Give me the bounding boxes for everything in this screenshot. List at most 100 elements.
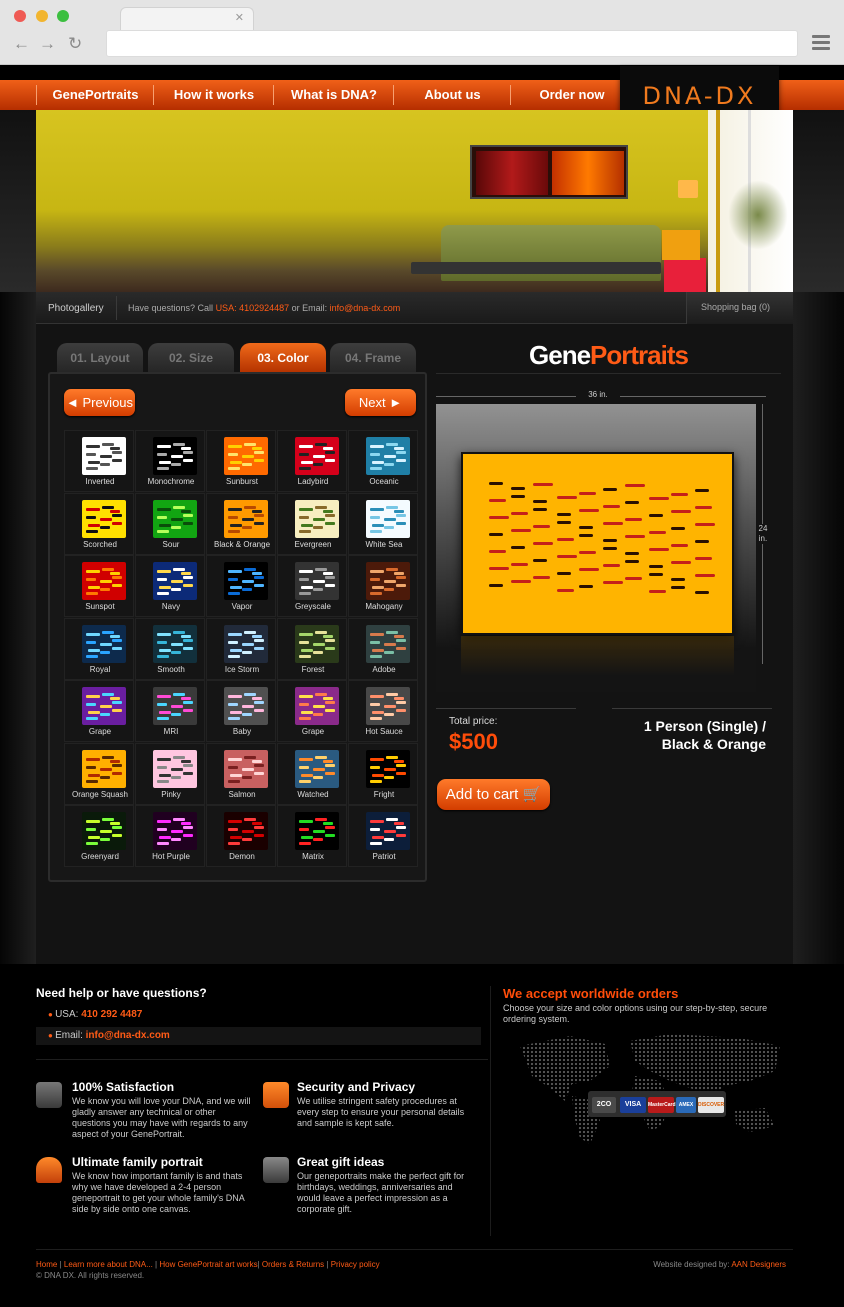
footer-link-how-it-works[interactable]: How GenePortrait art works xyxy=(159,1260,257,1269)
tab-frame[interactable]: 04. Frame xyxy=(330,343,416,372)
color-option[interactable]: Monochrome xyxy=(135,430,205,492)
nav-item-about-us[interactable]: About us xyxy=(395,80,510,110)
info-email-link[interactable]: info@dna-dx.com xyxy=(330,303,401,313)
tab-size[interactable]: 02. Size xyxy=(148,343,234,372)
minimize-window-icon[interactable] xyxy=(36,10,48,22)
swatch-band xyxy=(159,523,171,527)
footer-link-orders-returns[interactable]: Orders & Returns xyxy=(262,1260,324,1269)
swatch-band xyxy=(315,755,327,759)
footer-link-learn-dna[interactable]: Learn more about DNA... xyxy=(64,1260,153,1269)
dna-band xyxy=(695,574,715,577)
forward-icon[interactable]: → xyxy=(39,34,56,54)
address-bar[interactable] xyxy=(106,30,798,57)
back-icon[interactable]: ← xyxy=(13,34,30,54)
browser-tab[interactable]: ✕ xyxy=(120,7,254,31)
nav-item-what-is-dna[interactable]: What is DNA? xyxy=(275,80,393,110)
color-option[interactable]: Grape xyxy=(277,680,347,742)
footer-email-link[interactable]: info@dna-dx.com xyxy=(86,1030,170,1041)
color-option[interactable]: Adobe xyxy=(348,617,418,680)
color-option[interactable]: MRI xyxy=(135,680,205,742)
color-option[interactable]: Orange Squash xyxy=(64,742,134,805)
color-label: Pinky xyxy=(161,789,181,799)
hero-living-room-image xyxy=(36,110,793,292)
color-option[interactable]: Matrix xyxy=(277,805,347,867)
color-option[interactable]: Patriot xyxy=(348,805,418,867)
color-option[interactable]: Sunburst xyxy=(206,430,276,492)
dna-band xyxy=(625,501,639,504)
color-option[interactable]: Watched xyxy=(277,742,347,805)
swatch-band xyxy=(181,447,191,450)
swatch-band xyxy=(228,765,238,769)
color-option[interactable]: Demon xyxy=(206,805,276,867)
color-option[interactable]: Ice Storm xyxy=(206,617,276,680)
color-option[interactable]: Inverted xyxy=(64,430,134,492)
color-option[interactable]: Vapor xyxy=(206,555,276,617)
footer-link-home[interactable]: Home xyxy=(36,1260,57,1269)
reload-icon[interactable]: ↻ xyxy=(68,34,82,54)
color-option[interactable]: Salmon xyxy=(206,742,276,805)
nav-item-geneportraits[interactable]: GenePortraits xyxy=(38,80,153,110)
shopping-bag-box[interactable]: Shopping bag (0) xyxy=(686,292,793,324)
color-option[interactable]: Oceanic xyxy=(348,430,418,492)
swatch-band xyxy=(313,525,323,529)
color-option[interactable]: Pinky xyxy=(135,742,205,805)
color-option[interactable]: Greenyard xyxy=(64,805,134,867)
swatch-band xyxy=(86,654,98,658)
swatch-band xyxy=(173,443,185,446)
swatch-band xyxy=(252,447,262,450)
color-option[interactable]: Sour xyxy=(135,492,205,555)
color-label: Sour xyxy=(162,539,180,549)
color-option[interactable]: Navy xyxy=(135,555,205,617)
swatch-band xyxy=(370,507,384,511)
swatch-band xyxy=(157,632,171,636)
color-option[interactable]: Sunspot xyxy=(64,555,134,617)
swatch-band xyxy=(370,467,382,470)
swatch-band xyxy=(370,592,382,595)
height-label: 24 in. xyxy=(754,524,772,544)
color-option[interactable]: Hot Purple xyxy=(135,805,205,867)
swatch-band xyxy=(384,767,396,771)
color-option[interactable]: Hot Sauce xyxy=(348,680,418,742)
swatch-band xyxy=(228,717,240,720)
color-option[interactable]: Ladybird xyxy=(277,430,347,492)
maximize-window-icon[interactable] xyxy=(57,10,69,22)
color-option[interactable]: Grape xyxy=(64,680,134,742)
close-tab-icon[interactable]: ✕ xyxy=(235,11,244,24)
close-window-icon[interactable] xyxy=(14,10,26,22)
color-option[interactable]: Royal xyxy=(64,617,134,680)
color-option[interactable]: Evergreen xyxy=(277,492,347,555)
color-option[interactable]: Smooth xyxy=(135,617,205,680)
tab-color[interactable]: 03. Color xyxy=(240,343,326,372)
nav-item-how-it-works[interactable]: How it works xyxy=(155,80,273,110)
color-option[interactable]: White Sea xyxy=(348,492,418,555)
menu-icon[interactable] xyxy=(812,35,830,51)
previous-button[interactable]: ◄ Previous xyxy=(64,389,135,416)
color-option[interactable]: Fright xyxy=(348,742,418,805)
color-option[interactable]: Scorched xyxy=(64,492,134,555)
swatch-band xyxy=(100,463,110,466)
color-option[interactable]: Greyscale xyxy=(277,555,347,617)
shopping-bag-link[interactable]: Shopping bag (0) xyxy=(701,302,770,312)
swatch-band xyxy=(230,836,242,839)
dna-band xyxy=(489,499,506,502)
color-option[interactable]: Baby xyxy=(206,680,276,742)
swatch-band xyxy=(299,703,309,706)
color-option[interactable]: Mahogany xyxy=(348,555,418,617)
swatch-band xyxy=(157,779,169,783)
swatch-band xyxy=(181,759,191,763)
next-button[interactable]: Next ► xyxy=(345,389,416,416)
swatch-band xyxy=(299,842,311,845)
swatch-band xyxy=(323,572,333,575)
color-option[interactable]: Forest xyxy=(277,617,347,680)
nav-item-order-now[interactable]: Order now xyxy=(512,80,632,110)
color-label: MRI xyxy=(163,727,179,736)
designer-link[interactable]: AAN Designers xyxy=(731,1260,786,1269)
dna-band xyxy=(671,510,691,513)
footer-link-privacy[interactable]: Privacy policy xyxy=(331,1260,380,1269)
color-label: Forest xyxy=(301,664,325,674)
swatch-band xyxy=(157,570,171,573)
photogallery-link[interactable]: Photogallery xyxy=(48,303,104,314)
color-option[interactable]: Black & Orange xyxy=(206,492,276,555)
add-to-cart-button[interactable]: Add to cart 🛒 xyxy=(437,779,550,810)
tab-layout[interactable]: 01. Layout xyxy=(57,343,143,372)
